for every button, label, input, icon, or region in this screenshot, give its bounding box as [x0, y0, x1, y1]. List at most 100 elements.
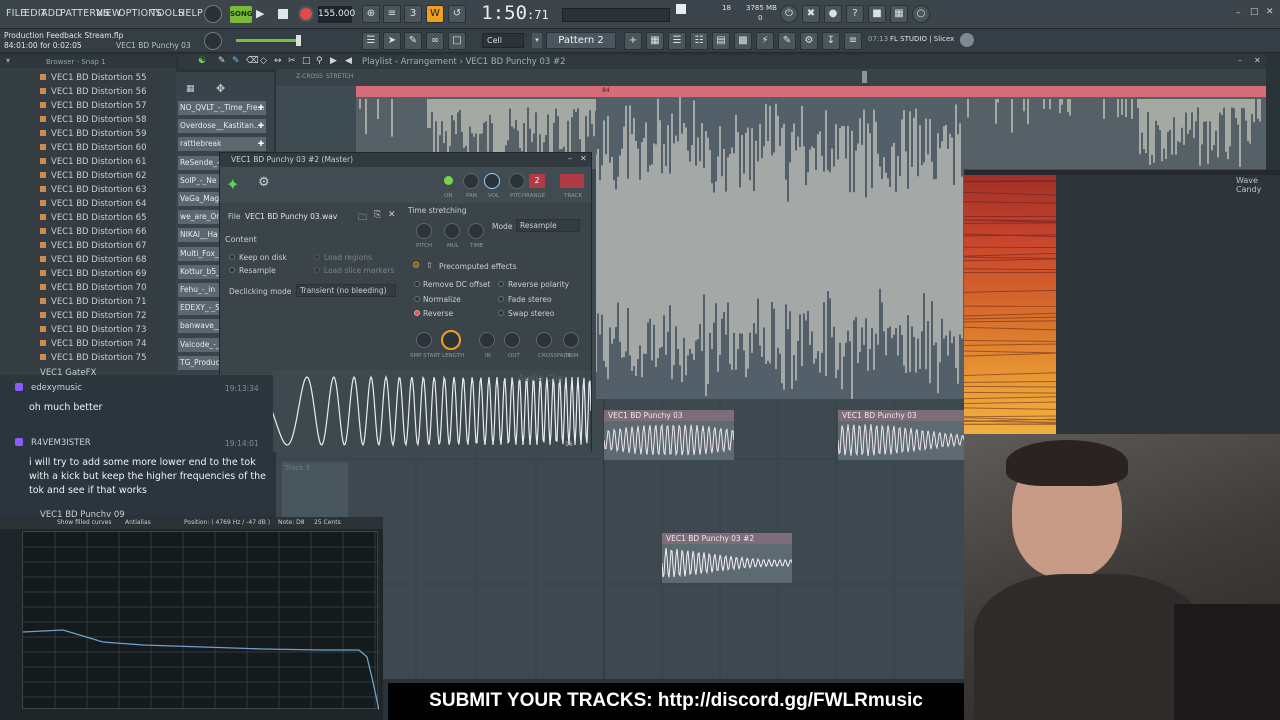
browser-item[interactable]: VEC1 BD Distortion 59 — [40, 129, 146, 139]
master-volume-slider[interactable] — [236, 39, 300, 42]
plugin-picker-icon[interactable]: ▩ — [734, 32, 752, 50]
fade-stereo-radio[interactable] — [498, 296, 504, 302]
audio-clip-1[interactable]: VEC1 BD Punchy 03 — [603, 410, 735, 460]
loop-record-icon[interactable]: ↺ — [448, 5, 466, 23]
delete-tool-icon[interactable]: ⌫ — [246, 56, 259, 66]
in-knob[interactable] — [479, 332, 495, 348]
declicking-select[interactable]: Transient (no bleeding) — [296, 284, 396, 297]
pattern-dropdown-icon[interactable]: ▾ — [532, 33, 542, 48]
tempo-display[interactable]: 155.000 — [318, 6, 355, 23]
help-icon[interactable]: ? — [846, 5, 864, 23]
wrench-icon[interactable]: ⚙ — [258, 175, 270, 190]
song-mode-toggle[interactable]: SONG — [230, 6, 253, 23]
master-pitch-knob[interactable] — [204, 32, 222, 50]
swap-stereo-radio[interactable] — [498, 310, 504, 316]
folder-icon[interactable]: 🗀 — [358, 210, 367, 226]
load-regions-radio[interactable] — [314, 254, 320, 260]
ts-mul-knob[interactable] — [444, 223, 460, 239]
select-tool-icon[interactable]: □ — [302, 56, 311, 66]
browser-options-icon[interactable]: ▾ — [6, 56, 10, 65]
countdown-icon[interactable]: 3 — [404, 5, 422, 23]
track-selector[interactable] — [560, 174, 584, 188]
snap-select[interactable]: Cell — [482, 33, 524, 48]
pencil-icon[interactable]: ✎ — [404, 32, 422, 50]
menu-help[interactable]: HELP — [178, 8, 203, 19]
sample-waveform-view[interactable]: Audio Clip 16 — [271, 370, 592, 452]
chat-bubble-icon[interactable]: ○ — [912, 5, 930, 23]
track-3-header[interactable]: Track 3 — [282, 462, 348, 518]
resample-radio[interactable] — [229, 267, 235, 273]
playlist-icon[interactable]: ▦ — [646, 32, 664, 50]
filled-curves-option[interactable]: Show filled curves — [57, 519, 112, 526]
browser-item[interactable]: VEC1 BD Distortion 68 — [40, 255, 146, 265]
pitch-knob[interactable] — [509, 173, 525, 189]
browser-item[interactable]: VEC1 BD Distortion 61 — [40, 157, 146, 167]
mixer-track-number[interactable]: 2 — [529, 174, 545, 188]
length-knob[interactable] — [441, 330, 461, 350]
pan-knob[interactable] — [463, 173, 479, 189]
panic-icon[interactable]: ⏻ — [780, 5, 798, 23]
remove-dc-radio[interactable] — [414, 281, 420, 287]
antialias-option[interactable]: Antialias — [125, 519, 151, 526]
save-icon[interactable]: ■ — [868, 5, 886, 23]
browser-item[interactable]: VEC1 BD Distortion 63 — [40, 185, 146, 195]
browser-toggle-icon[interactable]: ▤ — [712, 32, 730, 50]
slice-tool-icon[interactable]: ✂ — [288, 56, 296, 66]
master-volume-knob[interactable] — [204, 5, 222, 23]
render-icon[interactable]: ▦ — [890, 5, 908, 23]
smp-start-knob[interactable] — [416, 332, 432, 348]
move-icon[interactable]: ✥ — [216, 82, 225, 95]
stamp-icon[interactable]: □ — [448, 32, 466, 50]
browser-item[interactable]: VEC1 BD Distortion 60 — [40, 143, 146, 153]
browser-item[interactable]: VEC1 BD Distortion 67 — [40, 241, 146, 251]
browser-item[interactable]: VEC1 BD Distortion 56 — [40, 87, 146, 97]
list-icon[interactable]: ≡ — [844, 32, 862, 50]
browser-item[interactable]: VEC1 BD Distortion 55 — [40, 73, 146, 83]
playlist-menu-icon[interactable]: ◀ — [345, 56, 352, 66]
account-icon[interactable] — [960, 33, 974, 47]
timeline-ruler[interactable]: 84 — [356, 86, 1266, 97]
add-pattern-icon[interactable]: + — [624, 32, 642, 50]
sampler-title[interactable]: VEC1 BD Punchy 03 #2 (Master) — [220, 153, 591, 167]
piano-roll-icon[interactable]: ☰ — [362, 32, 380, 50]
browser-item[interactable]: VEC1 BD Distortion 74 — [40, 339, 146, 349]
keep-on-disk-radio[interactable] — [229, 254, 235, 260]
add-icon[interactable]: ✚ — [258, 119, 264, 133]
overview-position[interactable] — [862, 71, 867, 83]
ts-time-knob[interactable] — [468, 223, 484, 239]
audio-clip-2[interactable]: VEC1 BD Punchy 03 — [837, 410, 965, 460]
browser-item[interactable]: VEC1 BD Distortion 70 — [40, 283, 146, 293]
plug-icon[interactable]: ⚡ — [756, 32, 774, 50]
waveform-tab-icon[interactable]: ✦ — [226, 175, 239, 194]
main-waveform-clip[interactable] — [595, 97, 964, 399]
record-icon[interactable] — [298, 6, 314, 22]
close-icon[interactable]: ✕ — [1266, 7, 1274, 17]
play-icon[interactable]: ▶ — [256, 7, 270, 21]
slip-tool-icon[interactable]: ↔ — [274, 56, 282, 66]
draw-tool-icon[interactable]: ✎ — [218, 56, 226, 66]
reverse-polarity-radio[interactable] — [498, 281, 504, 287]
audio-clip-3[interactable]: VEC1 BD Punchy 03 #2 — [661, 533, 793, 583]
mode-select[interactable]: Resample — [516, 219, 580, 232]
clear-file-icon[interactable]: ✕ — [388, 210, 396, 220]
microphone-icon[interactable]: ● — [824, 5, 842, 23]
browser-item[interactable]: VEC1 BD Distortion 58 — [40, 115, 146, 125]
midi-icon[interactable]: ✖ — [802, 5, 820, 23]
sampler-close-icon[interactable]: ✕ — [580, 154, 587, 163]
mute-tool-icon[interactable]: ◇ — [260, 56, 267, 66]
arrow-icon[interactable]: ⇧ — [426, 261, 433, 270]
paint-tool-icon[interactable]: ✎ — [232, 56, 240, 66]
picker-item[interactable]: Overdose__Kastitan.. ✚ — [178, 119, 266, 134]
browser-item[interactable]: VEC1 BD Distortion 73 — [40, 325, 146, 335]
link-icon[interactable]: ∞ — [426, 32, 444, 50]
arrow-right-icon[interactable]: ➤ — [383, 32, 401, 50]
grid-icon[interactable]: ▦ — [186, 84, 195, 94]
add-icon[interactable]: ✚ — [258, 101, 264, 115]
master-volume-handle[interactable] — [296, 35, 301, 46]
browser-item[interactable]: VEC1 BD Distortion 57 — [40, 101, 146, 111]
browser-item[interactable]: VEC1 BD Distortion 71 — [40, 297, 146, 307]
normalize-radio[interactable] — [414, 296, 420, 302]
trim-knob[interactable] — [563, 332, 579, 348]
tools-icon[interactable]: ⚙ — [800, 32, 818, 50]
paste-icon[interactable]: ⎘ — [374, 210, 381, 220]
